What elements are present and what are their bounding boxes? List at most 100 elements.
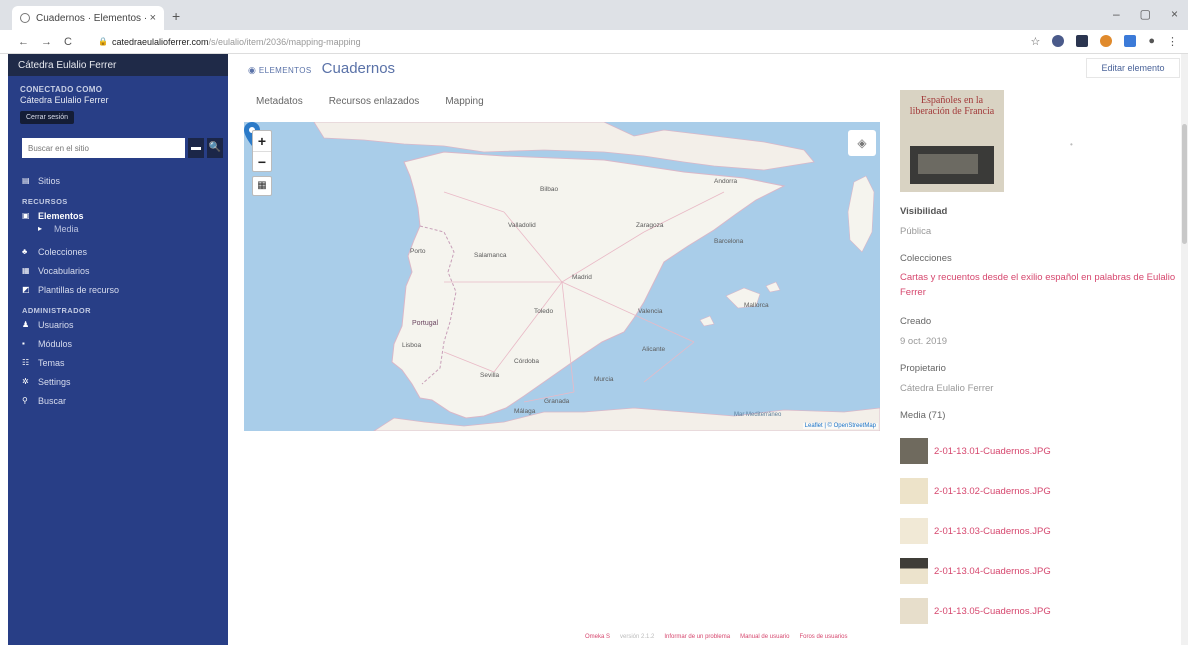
forward-button[interactable]: → — [41, 36, 52, 48]
globe-icon — [20, 13, 30, 23]
sidebar-item-modules[interactable]: ▪ Módulos — [22, 337, 222, 350]
map-label: Granada — [544, 398, 570, 405]
list-item[interactable]: 2-01-13.01-Cuadernos.JPG — [900, 431, 1180, 471]
search-button[interactable]: 🔍 — [207, 138, 223, 158]
site-name[interactable]: Cátedra Eulalio Ferrer — [8, 54, 228, 76]
close-window-button[interactable]: × — [1171, 7, 1178, 21]
extension-icon[interactable] — [1076, 35, 1089, 47]
page-scrollbar[interactable] — [1181, 54, 1188, 645]
admin-sidebar: Cátedra Eulalio Ferrer CONECTADO COMO Cá… — [8, 54, 228, 645]
search-input[interactable] — [22, 138, 185, 158]
zoom-in-button[interactable]: + — [253, 131, 271, 151]
profile-icon[interactable]: ● — [1148, 35, 1155, 48]
list-item[interactable]: 2-01-13.02-Cuadernos.JPG — [900, 471, 1180, 511]
footer: Omeka S versión 2.1.2 Informar de un pro… — [585, 634, 847, 640]
media-label: Media (71) — [900, 410, 946, 422]
list-item[interactable]: 2-01-13.04-Cuadernos.JPG — [900, 551, 1180, 591]
search-options-button[interactable]: ▬ — [188, 138, 204, 158]
sidebar-item-media[interactable]: ▸ Media — [22, 222, 222, 235]
search-icon: ⚲ — [22, 396, 28, 405]
media-link[interactable]: 2-01-13.04-Cuadernos.JPG — [934, 566, 1051, 577]
sidebar-item-settings[interactable]: ✲ Settings — [22, 375, 222, 388]
sidebar-item-themes[interactable]: ☷ Temas — [22, 356, 222, 369]
map-label: Mallorca — [744, 302, 769, 309]
collection-link[interactable]: Cartas y recuentos desde el exilio españ… — [900, 271, 1180, 300]
reload-button[interactable]: C — [64, 36, 72, 48]
list-item[interactable]: 2-01-13.03-Cuadernos.JPG — [900, 511, 1180, 551]
map-label: Murcia — [594, 376, 614, 383]
close-tab-icon[interactable]: × — [150, 12, 156, 24]
owner-value: Cátedra Eulalio Ferrer — [900, 383, 994, 395]
scrollbar-thumb[interactable] — [1182, 124, 1187, 244]
footer-link[interactable]: Foros de usuarios — [799, 634, 847, 640]
menu-icon[interactable]: ⋮ — [1167, 35, 1178, 48]
breadcrumb: ◉ ELEMENTOS Cuadernos — [248, 60, 395, 77]
sidebar-item-label: Buscar — [38, 395, 67, 406]
map-tool-button[interactable]: ▦ — [252, 176, 272, 196]
minimize-button[interactable]: – — [1113, 7, 1120, 21]
extension-icon[interactable] — [1052, 35, 1065, 47]
user-name[interactable]: Cátedra Eulalio Ferrer — [8, 94, 228, 106]
sidebar-item-label: Media — [54, 223, 79, 234]
star-icon[interactable]: ☆ — [1030, 35, 1040, 48]
tab-metadata[interactable]: Metadatos — [256, 96, 303, 107]
zoom-out-button[interactable]: − — [253, 151, 271, 171]
browser-tab[interactable]: Cuadernos · Elementos · Cated... × — [12, 6, 164, 30]
url-field[interactable]: 🔒 catedraeulalioferrer.com /s/eulalio/it… — [98, 37, 361, 47]
tab-linked-resources[interactable]: Recursos enlazados — [329, 96, 420, 107]
map-label: Zaragoza — [636, 222, 664, 229]
item-thumbnail[interactable]: Españoles en la liberación de Francia — [900, 90, 1004, 192]
extension-icon[interactable] — [1100, 35, 1113, 47]
admin-section-label: ADMINISTRADOR — [22, 306, 91, 315]
owner-label: Propietario — [900, 363, 946, 375]
sidebar-item-collections[interactable]: ♣ Colecciones — [22, 245, 222, 258]
collections-icon: ♣ — [22, 247, 28, 256]
sidebar-item-sites[interactable]: ▤ Sitios — [22, 174, 222, 187]
sidebar-item-label: Sitios — [38, 175, 61, 186]
media-list: 2-01-13.01-Cuadernos.JPG 2-01-13.02-Cuad… — [900, 431, 1180, 631]
zoom-control: + − — [252, 130, 272, 172]
collections-label: Colecciones — [900, 253, 952, 264]
media-link[interactable]: 2-01-13.01-Cuadernos.JPG — [934, 446, 1051, 457]
sidebar-item-items[interactable]: ▣ Elementos — [22, 209, 222, 222]
extension-icon[interactable] — [1124, 35, 1137, 47]
edit-item-button[interactable]: Editar elemento — [1086, 58, 1180, 78]
media-link[interactable]: 2-01-13.02-Cuadernos.JPG — [934, 486, 1051, 497]
map-label: Barcelona — [714, 238, 744, 245]
map-label: Bilbao — [540, 186, 559, 193]
item-sidebar: Españoles en la liberación de Francia Vi… — [900, 90, 1180, 631]
media-thumbnail — [900, 598, 928, 625]
footer-link[interactable]: Informar de un problema — [664, 634, 730, 640]
map[interactable]: Bilbao Zaragoza Barcelona Andorra Vallad… — [244, 122, 880, 431]
media-link[interactable]: 2-01-13.05-Cuadernos.JPG — [934, 606, 1051, 617]
sidebar-item-label: Settings — [38, 376, 71, 387]
map-label: Porto — [410, 248, 426, 255]
map-label: Málaga — [514, 408, 536, 415]
list-item[interactable]: 2-01-13.05-Cuadernos.JPG — [900, 591, 1180, 631]
tab-mapping[interactable]: Mapping — [445, 96, 483, 107]
media-thumbnail — [900, 558, 928, 585]
back-button[interactable]: ← — [18, 36, 29, 48]
logout-button[interactable]: Cerrar sesión — [20, 111, 75, 124]
created-label: Creado — [900, 316, 932, 328]
tabs: Metadatos Recursos enlazados Mapping — [256, 96, 484, 107]
sidebar-item-templates[interactable]: ◩ Plantillas de recurso — [22, 283, 222, 296]
section-label[interactable]: ELEMENTOS — [259, 66, 312, 75]
visibility-value: Pública — [900, 226, 932, 237]
footer-link[interactable]: Omeka S — [585, 634, 610, 640]
footer-link[interactable]: Manual de usuario — [740, 634, 789, 640]
media-link[interactable]: 2-01-13.03-Cuadernos.JPG — [934, 526, 1051, 537]
sidebar-item-jobs[interactable]: ⚲ Buscar — [22, 394, 222, 407]
layers-button[interactable]: ◈ — [848, 130, 876, 156]
browser-tabbar: Cuadernos · Elementos · Cated... × + – ▢… — [0, 0, 1188, 30]
media-thumbnail — [900, 438, 928, 465]
new-tab-button[interactable]: + — [172, 8, 180, 24]
map-label: Alicante — [642, 346, 666, 353]
sidebar-item-users[interactable]: ♟ Usuarios — [22, 318, 222, 331]
map-attribution[interactable]: Leaflet | © OpenStreetMap — [802, 423, 878, 429]
items-icon: ▣ — [22, 211, 30, 220]
maximize-button[interactable]: ▢ — [1140, 7, 1151, 21]
sidebar-item-vocabularies[interactable]: ▦ Vocabularios — [22, 264, 222, 277]
page-title: Cuadernos — [321, 60, 396, 77]
map-label: Lisboa — [402, 342, 422, 349]
